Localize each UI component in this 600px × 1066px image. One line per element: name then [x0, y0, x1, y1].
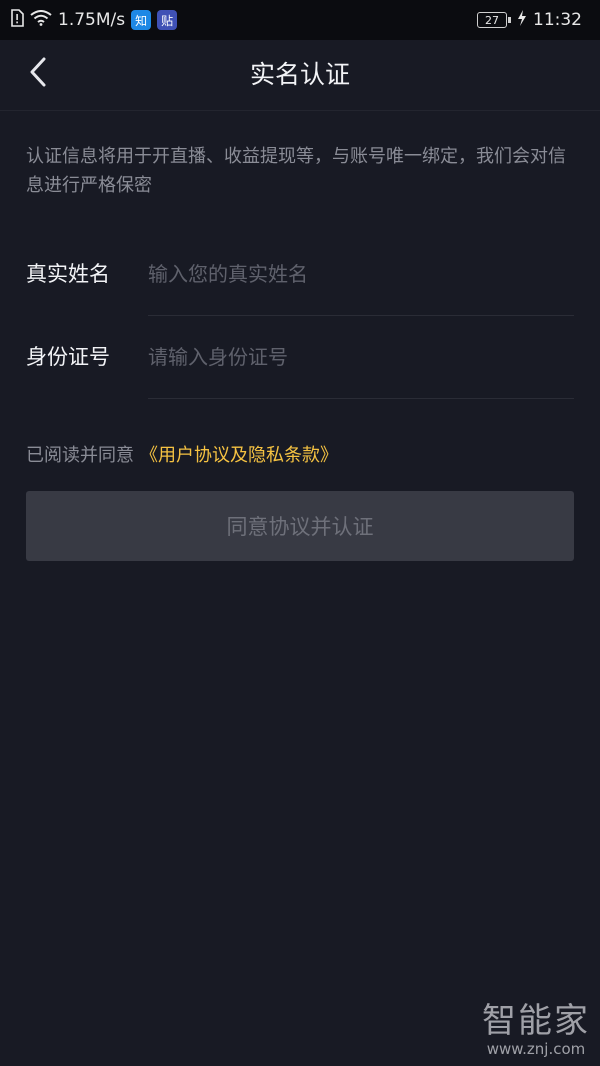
clock: 11:32 — [533, 10, 582, 30]
navigation-bar: 实名认证 — [0, 40, 600, 111]
status-right: 27 11:32 — [477, 0, 582, 40]
status-left: 1.75M/s 知 贴 — [10, 0, 178, 40]
wifi-icon — [30, 9, 52, 31]
battery-level: 27 — [477, 12, 507, 28]
sim-alert-icon — [10, 8, 24, 32]
real-name-row: 真实姓名 — [0, 233, 600, 316]
battery-icon: 27 — [477, 12, 511, 28]
watermark-url: www.znj.com — [486, 1040, 586, 1058]
id-number-row: 身份证号 — [0, 316, 600, 399]
id-number-input[interactable] — [148, 316, 574, 399]
real-name-label: 真实姓名 — [26, 262, 110, 286]
watermark-logo: 智能家 — [482, 1001, 590, 1041]
agree-and-verify-button[interactable]: 同意协议并认证 — [26, 491, 574, 561]
agreement-link[interactable]: 《用户协议及隐私条款》 — [140, 445, 338, 466]
agreement-line: 已阅读并同意 《用户协议及隐私条款》 — [26, 440, 338, 472]
id-number-label: 身份证号 — [26, 345, 110, 369]
agreement-prefix: 已阅读并同意 — [26, 445, 134, 466]
watermark: 智能家 www.znj.com — [482, 993, 590, 1058]
real-name-input[interactable] — [148, 233, 574, 316]
status-bar: 1.75M/s 知 贴 27 11:32 — [0, 0, 600, 40]
page-title: 实名认证 — [249, 60, 350, 89]
network-speed: 1.75M/s — [58, 10, 126, 30]
tieba-icon: 贴 — [157, 10, 178, 30]
zhihu-icon: 知 — [131, 10, 152, 30]
charging-icon — [517, 9, 527, 31]
verification-notice: 认证信息将用于开直播、收益提现等，与账号唯一绑定，我们会对信息进行严格保密 — [26, 146, 566, 196]
